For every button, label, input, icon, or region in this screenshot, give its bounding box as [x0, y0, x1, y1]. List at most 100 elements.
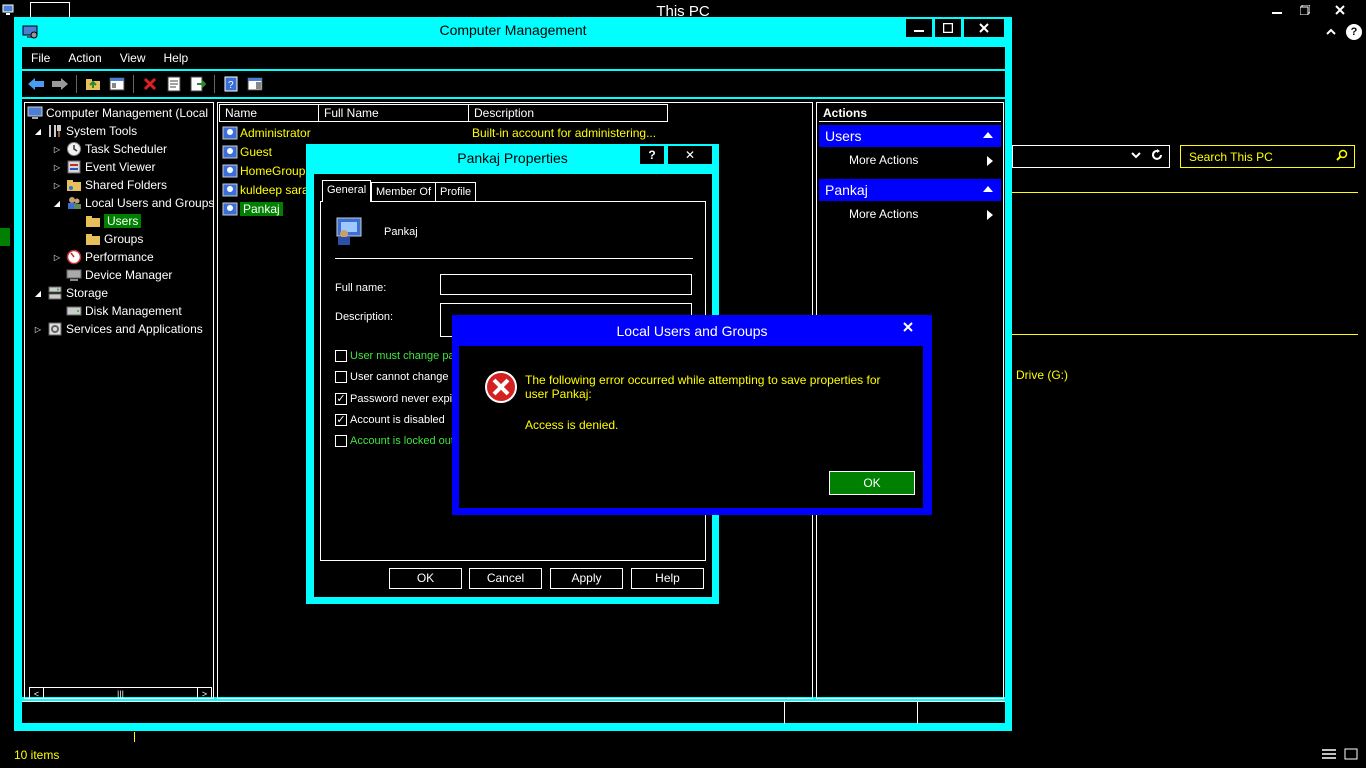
checkbox[interactable] — [335, 435, 347, 447]
bg-restore-button[interactable] — [1290, 0, 1320, 20]
tree-item-storage[interactable]: ◢ Storage — [33, 284, 108, 302]
tree-item-system-tools[interactable]: ◢ System Tools — [33, 122, 137, 140]
close-button[interactable] — [964, 19, 1004, 37]
tree-item-disk-management[interactable]: Disk Management — [66, 302, 182, 320]
forward-arrow-icon[interactable] — [50, 74, 70, 94]
tree-label: Performance — [85, 250, 154, 264]
chevron-down-icon[interactable] — [1131, 150, 1141, 160]
tab-profile[interactable]: Profile — [435, 182, 477, 202]
tree-item-users[interactable]: Users — [85, 212, 142, 230]
checkbox[interactable] — [335, 350, 347, 362]
tree-item-root[interactable]: Computer Management (Local — [27, 104, 208, 122]
large-icons-view-icon[interactable] — [1344, 748, 1358, 760]
checkbox-password-never-expires[interactable]: ✓ Password never expir — [335, 391, 456, 407]
minimize-button[interactable] — [906, 19, 932, 37]
actions-header: Actions — [819, 104, 1001, 122]
column-header-name[interactable]: Name — [219, 104, 319, 122]
properties-icon[interactable] — [164, 74, 184, 94]
ok-button[interactable]: OK — [829, 471, 915, 495]
menu-help[interactable]: Help — [155, 51, 198, 65]
checkbox-cannot-change-password[interactable]: User cannot change p — [335, 369, 458, 385]
scroll-thumb[interactable]: ||| — [44, 688, 197, 698]
close-button[interactable] — [892, 318, 924, 336]
collapsed-arrow-icon[interactable]: ▷ — [52, 163, 62, 172]
action-label: More Actions — [849, 207, 919, 221]
show-hide-console-tree-icon[interactable] — [107, 74, 127, 94]
ribbon-collapse-icon[interactable] — [1325, 26, 1337, 38]
bg-minimize-button[interactable] — [1262, 0, 1292, 20]
more-actions-users[interactable]: More Actions — [819, 150, 1001, 170]
apply-button[interactable]: Apply — [550, 568, 623, 589]
tree-item-event-viewer[interactable]: ▷ Event Viewer — [52, 158, 156, 176]
tree-item-shared-folders[interactable]: ▷ Shared Folders — [52, 176, 167, 194]
bg-close-button[interactable] — [1325, 0, 1355, 20]
expanded-arrow-icon[interactable]: ◢ — [33, 289, 43, 298]
divider — [1012, 192, 1358, 193]
scroll-right-arrow-icon[interactable]: > — [197, 688, 211, 698]
maximize-button[interactable] — [935, 19, 961, 37]
collapse-arrow-icon[interactable] — [983, 186, 993, 192]
horizontal-scrollbar[interactable]: < ||| > — [29, 687, 212, 698]
list-item[interactable]: Pankaj — [222, 200, 283, 218]
show-action-pane-icon[interactable] — [245, 74, 265, 94]
more-actions-pankaj[interactable]: More Actions — [819, 204, 1001, 224]
ok-button[interactable]: OK — [389, 568, 462, 589]
address-bar[interactable] — [1012, 145, 1170, 168]
refresh-icon[interactable] — [1151, 149, 1163, 163]
actions-section-pankaj[interactable]: Pankaj — [819, 179, 1001, 201]
search-input[interactable]: Search This PC — [1180, 145, 1355, 168]
tab-member-of[interactable]: Member Of — [371, 182, 437, 202]
list-item[interactable]: HomeGroup... — [222, 162, 315, 180]
checkbox-account-locked-out[interactable]: Account is locked out — [335, 433, 454, 449]
expanded-arrow-icon[interactable]: ◢ — [33, 127, 43, 136]
user-icon — [222, 125, 238, 141]
drive-label[interactable]: Drive (G:) — [1016, 368, 1068, 382]
export-list-icon[interactable] — [188, 74, 208, 94]
checkbox-account-disabled[interactable]: ✓ Account is disabled — [335, 412, 445, 428]
collapsed-arrow-icon[interactable]: ▷ — [52, 145, 62, 154]
full-name-label: Full name: — [335, 282, 387, 294]
help-icon[interactable]: ? — [1346, 24, 1362, 40]
tree-label: Shared Folders — [85, 178, 168, 192]
help-book-icon[interactable]: ? — [221, 74, 241, 94]
close-button[interactable]: ✕ — [668, 146, 712, 164]
help-button[interactable]: Help — [631, 568, 704, 589]
checkbox[interactable] — [335, 371, 347, 383]
checkbox-must-change-password[interactable]: User must change pa — [335, 348, 455, 364]
list-item[interactable]: Administrator Built-in account for admin… — [222, 124, 812, 142]
tree-item-performance[interactable]: ▷ Performance — [52, 248, 154, 266]
tree-item-task-scheduler[interactable]: ▷ Task Scheduler — [52, 140, 167, 158]
scroll-left-arrow-icon[interactable]: < — [30, 688, 44, 698]
cancel-button[interactable]: Cancel — [469, 568, 542, 589]
details-view-icon[interactable] — [1322, 748, 1336, 760]
column-header-full-name[interactable]: Full Name — [318, 104, 469, 122]
menu-view[interactable]: View — [111, 51, 155, 65]
collapsed-arrow-icon[interactable]: ▷ — [52, 253, 62, 262]
up-folder-icon[interactable] — [83, 74, 103, 94]
user-icon — [222, 182, 238, 198]
expanded-arrow-icon[interactable]: ◢ — [52, 199, 62, 208]
tree-label: Task Scheduler — [85, 142, 168, 156]
delete-icon[interactable] — [140, 74, 160, 94]
menu-action[interactable]: Action — [59, 51, 110, 65]
tab-general[interactable]: General — [322, 180, 372, 202]
checkbox-checked[interactable]: ✓ — [335, 393, 347, 405]
collapse-arrow-icon[interactable] — [983, 132, 993, 138]
tree-item-device-manager[interactable]: Device Manager — [66, 266, 172, 284]
user-name: Pankaj — [240, 202, 283, 216]
collapsed-arrow-icon[interactable]: ▷ — [33, 325, 43, 334]
checkbox-checked[interactable]: ✓ — [335, 414, 347, 426]
back-arrow-icon[interactable] — [26, 74, 46, 94]
tree-item-services-applications[interactable]: ▷ Services and Applications — [33, 320, 203, 338]
tree-item-local-users-groups[interactable]: ◢ Local Users and Groups — [52, 194, 213, 212]
actions-section-users[interactable]: Users — [819, 125, 1001, 147]
menu-file[interactable]: File — [22, 51, 59, 65]
full-name-field[interactable] — [440, 274, 692, 295]
column-header-description[interactable]: Description — [468, 104, 668, 122]
collapsed-arrow-icon[interactable]: ▷ — [52, 181, 62, 190]
list-item[interactable]: Guest — [222, 143, 272, 161]
list-item[interactable]: kuldeep saran — [222, 181, 315, 199]
search-placeholder: Search This PC — [1189, 150, 1273, 164]
tree-item-groups[interactable]: Groups — [85, 230, 143, 248]
help-button[interactable]: ? — [640, 146, 664, 164]
